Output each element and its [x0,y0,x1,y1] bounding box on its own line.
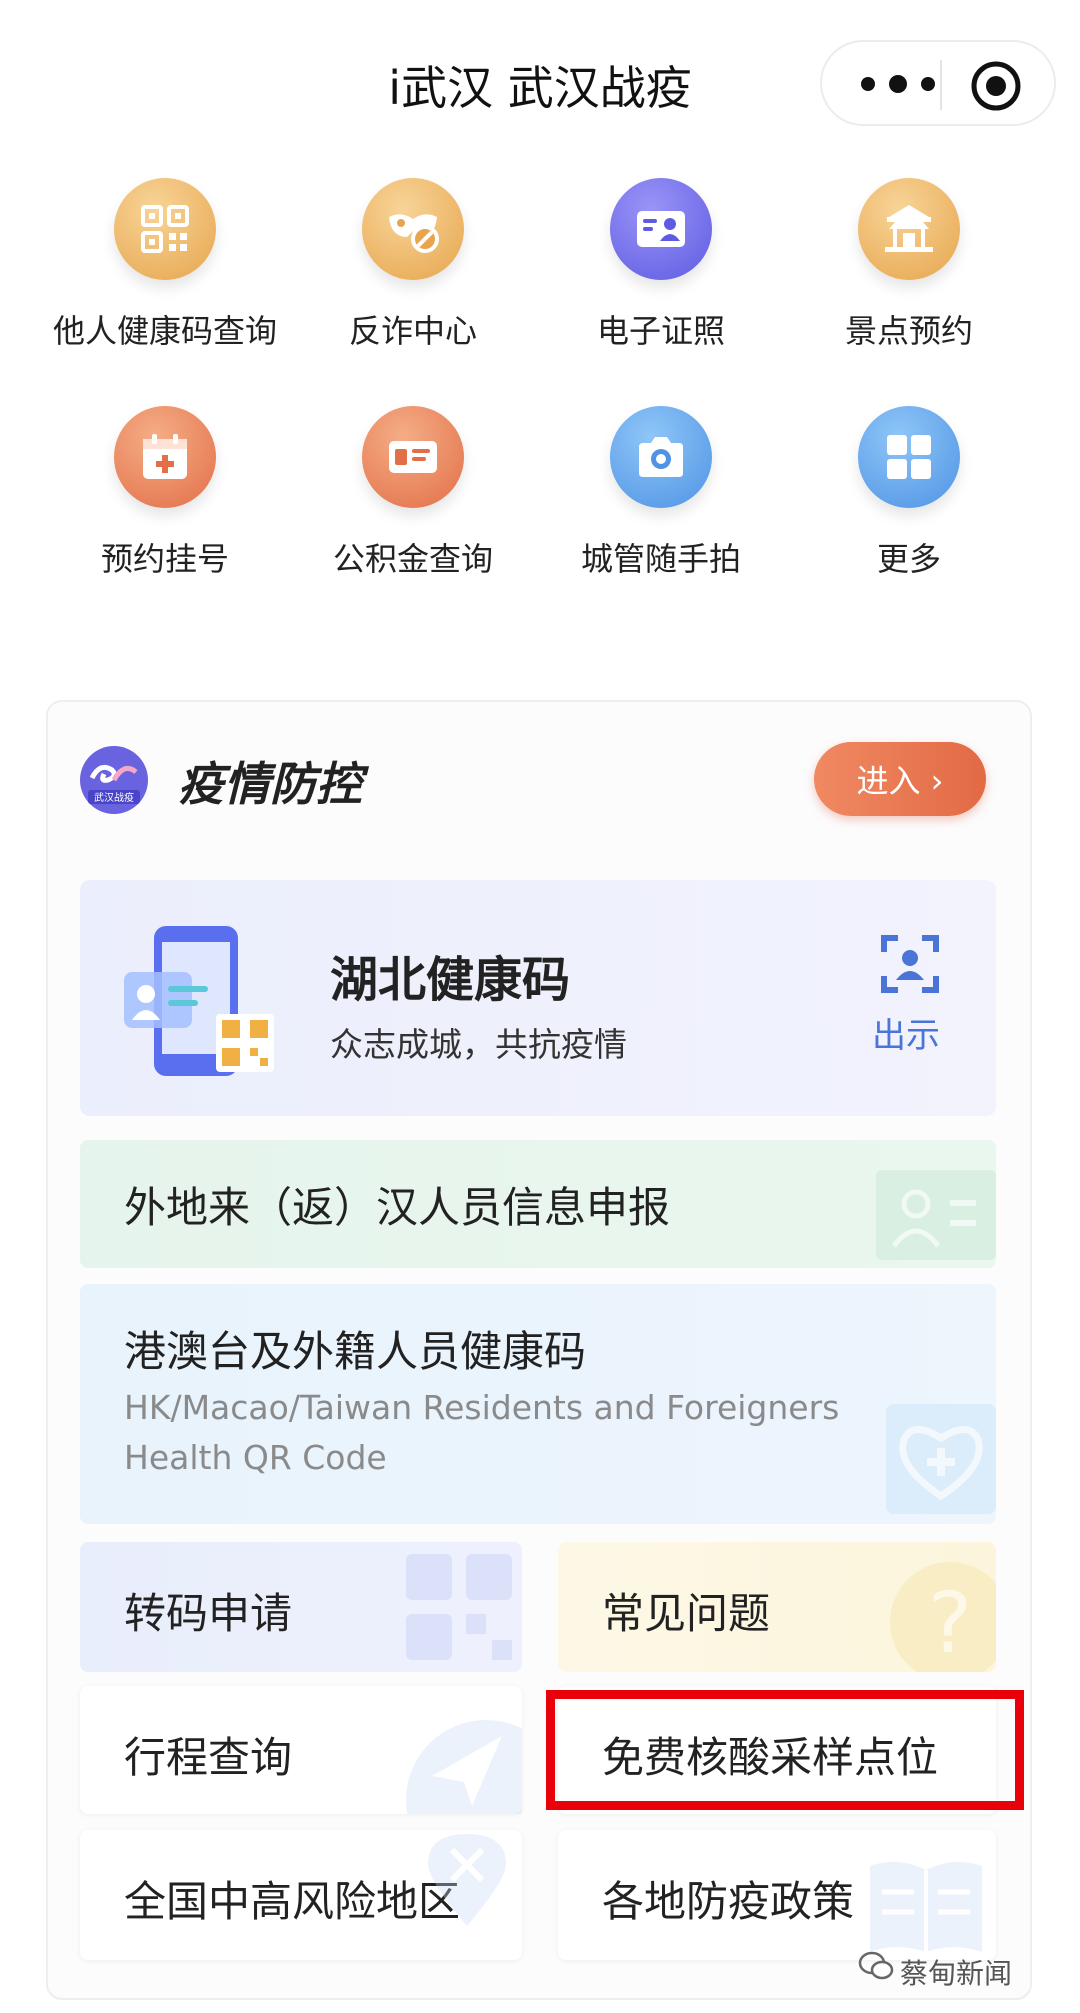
svg-text:?: ? [928,1574,973,1672]
grid-item-label: 更多 [876,540,941,578]
watermark-text: 蔡甸新闻 [900,1957,1013,1990]
grid-item-label: 城管随手拍 [580,540,741,578]
local-policy-row[interactable]: 各地防疫政策 [558,1830,996,1960]
transfer-code-row[interactable]: 转码申请 [80,1542,522,1672]
grid-item-more[interactable]: 更多 [786,406,1032,580]
grid-item-label: 景点预约 [844,312,973,350]
qr-code-icon [114,178,216,280]
health-code-subtitle: 众志成城，共抗疫情 [330,1025,627,1064]
close-target-icon[interactable] [970,60,1022,112]
risk-label: 全国中高风险地区 [124,1877,461,1926]
declare-info-row[interactable]: 外地来（返）汉人员信息申报 [80,1140,996,1268]
fund-card-icon [362,406,464,508]
faq-label: 常见问题 [602,1589,771,1638]
navigation-arrow-icon [406,1720,522,1814]
policy-label: 各地防疫政策 [602,1877,855,1926]
trip-label: 行程查询 [124,1733,293,1782]
calendar-plus-icon [114,406,216,508]
foreign-label: 港澳台及外籍人员健康码 [124,1327,587,1376]
grid-item-label: 电子证照 [596,312,725,350]
grid-item-e-license[interactable]: 电子证照 [538,178,784,352]
grid-item-housing-fund[interactable]: 公积金查询 [290,406,536,580]
highlight-box [546,1690,1024,1810]
risk-areas-row[interactable]: 全国中高风险地区 [80,1830,522,1960]
grid-item-label: 公积金查询 [332,540,493,578]
phone-qr-illustration [124,926,274,1076]
show-code-button[interactable]: 出示 [872,1008,940,1057]
heart-plus-icon [886,1404,996,1514]
grid-item-health-code-query[interactable]: 他人健康码查询 [42,178,288,352]
map-pin-icon [428,1834,506,1926]
grid-item-label: 他人健康码查询 [52,312,277,350]
more-options-icon[interactable] [856,64,940,104]
foreign-en-line1: HK/Macao/Taiwan Residents and Foreigners [124,1388,840,1427]
trip-query-row[interactable]: 行程查询 [80,1686,522,1814]
book-icon [870,1861,982,1952]
grid-more-icon [858,406,960,508]
foreign-en-line2: Health QR Code [124,1438,387,1477]
declare-label: 外地来（返）汉人员信息申报 [124,1183,671,1232]
person-card-icon [876,1170,996,1260]
pavilion-icon [858,178,960,280]
foreign-health-code-row[interactable]: 港澳台及外籍人员健康码 HK/Macao/Taiwan Residents an… [80,1284,996,1524]
health-code-title: 湖北健康码 [330,952,571,1008]
id-card-icon [610,178,712,280]
qr-watermark-icon [406,1554,512,1660]
camera-icon [610,406,712,508]
mask-block-icon [362,178,464,280]
capsule-divider [940,60,942,110]
wuhan-fight-logo: 武汉战疫 [80,746,148,814]
grid-item-city-photo[interactable]: 城管随手拍 [538,406,784,580]
grid-item-label: 预约挂号 [100,540,229,578]
grid-item-anti-fraud[interactable]: 反诈中心 [290,178,536,352]
grid-item-appointment[interactable]: 预约挂号 [42,406,288,580]
scan-face-icon[interactable] [880,934,940,994]
mini-program-capsule [820,40,1056,126]
enter-button[interactable]: 进入 › [814,742,986,816]
faq-row[interactable]: 常见问题 ? [558,1542,996,1672]
grid-item-scenic-booking[interactable]: 景点预约 [786,178,1032,352]
transfer-label: 转码申请 [124,1589,293,1638]
question-icon: ? [890,1562,996,1672]
grid-item-label: 反诈中心 [348,312,477,350]
card-title: 疫情防控 [178,757,362,811]
wechat-icon [858,1951,894,1980]
logo-text: 武汉战疫 [94,791,134,804]
